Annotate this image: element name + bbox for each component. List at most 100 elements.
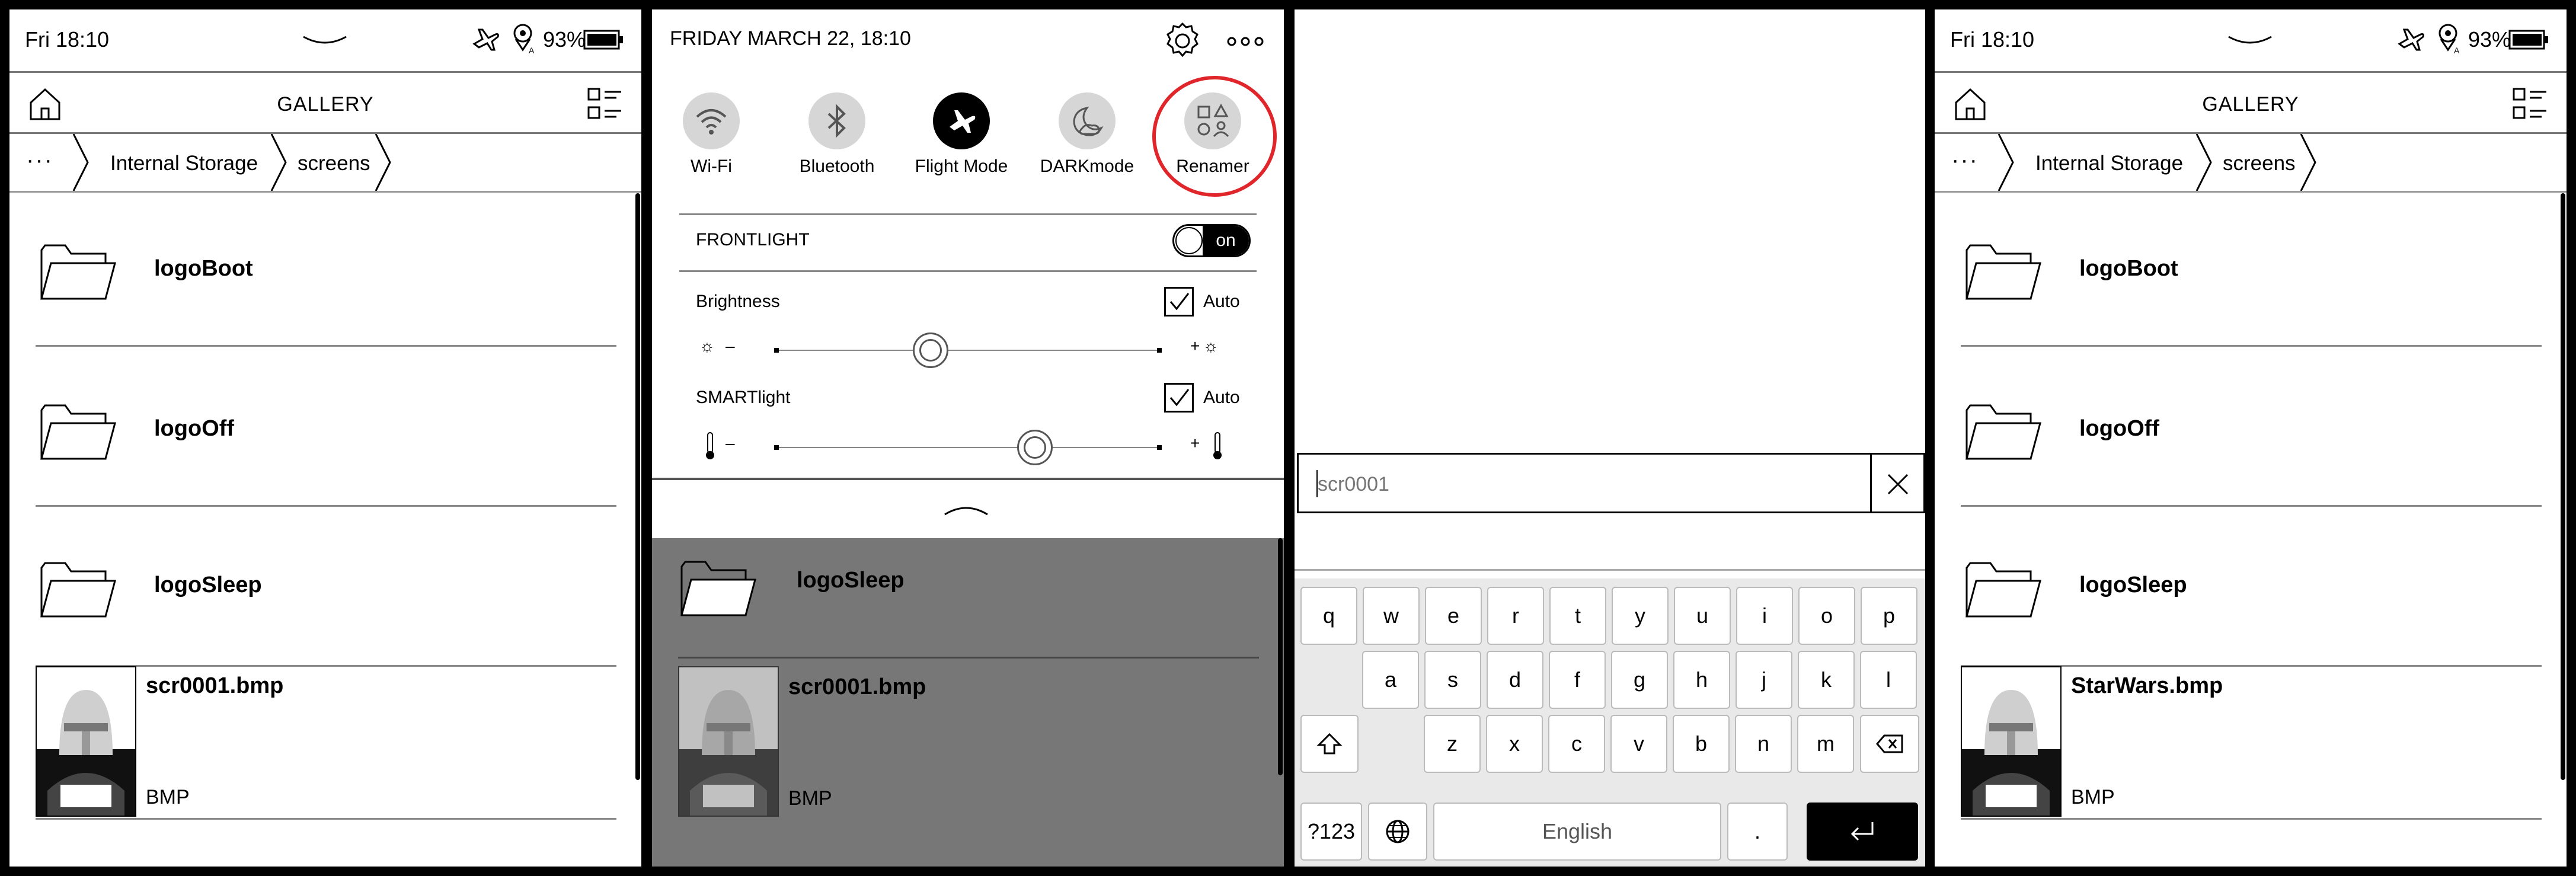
collapse-chevron-icon[interactable] [942, 500, 990, 518]
key-r[interactable]: r [1487, 587, 1544, 645]
breadcrumb-more[interactable]: ··· [1951, 147, 1979, 174]
toggle-dark-mode[interactable]: DARKmode [1028, 92, 1146, 177]
key-l[interactable]: l [1860, 651, 1917, 709]
slider-end [774, 348, 779, 353]
file-name[interactable]: StarWars.bmp [2071, 673, 2223, 699]
divider [678, 657, 1259, 658]
breadcrumb: ··· Internal Storage screens [1935, 134, 2567, 193]
breadcrumb: ··· Internal Storage screens [9, 134, 641, 193]
breadcrumb-screens[interactable]: screens [298, 152, 370, 175]
toggle-label: Bluetooth [799, 156, 875, 176]
frontlight-switch[interactable]: on [1172, 224, 1251, 257]
folder-icon [1961, 232, 2044, 303]
folder-name: logoSleep [2079, 573, 2187, 597]
more-options-icon[interactable] [1225, 30, 1266, 53]
breadcrumb-screens[interactable]: screens [2223, 152, 2296, 175]
list-item-folder[interactable]: logoBoot [36, 193, 616, 347]
scrollbar [1278, 538, 1283, 775]
pulldown-handle-icon[interactable] [2226, 32, 2274, 50]
language-key[interactable] [1368, 803, 1427, 861]
list-item-folder[interactable]: logoOff [36, 353, 616, 507]
folder-icon [1961, 550, 2044, 621]
key-o[interactable]: o [1798, 587, 1855, 645]
breadcrumb-internal-storage[interactable]: Internal Storage [110, 152, 258, 175]
smartlight-auto-checkbox[interactable] [1164, 383, 1194, 413]
key-x[interactable]: x [1486, 715, 1543, 773]
rename-input[interactable] [1316, 469, 1852, 500]
key-h[interactable]: h [1673, 651, 1730, 709]
key-b[interactable]: b [1673, 715, 1730, 773]
folder-name: logoSleep [797, 568, 905, 593]
pulldown-handle-icon[interactable] [301, 32, 349, 50]
clock: Fri 18:10 [25, 27, 110, 52]
key-y[interactable]: y [1612, 587, 1669, 645]
key-s[interactable]: s [1424, 651, 1481, 709]
divider [1961, 818, 2542, 820]
chevron-right-icon [375, 134, 392, 191]
list-item-folder[interactable]: logoSleep [1961, 513, 2542, 667]
key-w[interactable]: w [1363, 587, 1420, 645]
smartlight-slider-thumb[interactable] [1017, 430, 1053, 465]
key-f[interactable]: f [1549, 651, 1606, 709]
scrollbar[interactable] [2561, 193, 2565, 780]
minus-label: – [726, 434, 735, 452]
breadcrumb-internal-storage[interactable]: Internal Storage [2035, 152, 2183, 175]
clear-button[interactable] [1872, 453, 1925, 513]
folder-name: logoBoot [154, 256, 253, 281]
view-mode-icon[interactable] [2512, 87, 2548, 120]
smartlight-slider[interactable] [776, 447, 1162, 448]
brightness-slider-thumb[interactable] [913, 333, 948, 368]
folder-name: logoSleep [154, 573, 262, 597]
list-item-folder[interactable]: logoOff [1961, 353, 2542, 507]
key-e[interactable]: e [1425, 587, 1482, 645]
key-t[interactable]: t [1549, 587, 1606, 645]
key-u[interactable]: u [1674, 587, 1731, 645]
brightness-auto-checkbox[interactable] [1164, 287, 1194, 316]
scrollbar[interactable] [635, 193, 640, 780]
list-item-folder[interactable]: logoBoot [1961, 193, 2542, 347]
dim-bulb-icon: ☼ [699, 337, 715, 355]
key-i[interactable]: i [1736, 587, 1793, 645]
toggle-wifi[interactable]: Wi-Fi [652, 92, 771, 177]
page-title: GALLERY [2202, 93, 2299, 116]
numbers-key[interactable]: ?123 [1300, 803, 1362, 861]
file-thumbnail[interactable] [36, 666, 136, 817]
key-g[interactable]: g [1611, 651, 1668, 709]
key-z[interactable]: z [1424, 715, 1481, 773]
bright-bulb-icon: ☼ [1203, 337, 1219, 355]
highlight-circle [1152, 76, 1277, 197]
file-type: BMP [146, 786, 190, 808]
shift-icon [1316, 733, 1343, 754]
gallery-screen-after: Fri 18:10 A 93% GALLERY ··· Internal Sto… [1935, 9, 2567, 867]
key-d[interactable]: d [1487, 651, 1543, 709]
view-mode-icon[interactable] [587, 87, 622, 120]
minus-label: – [726, 337, 735, 355]
file-thumbnail[interactable] [1961, 666, 2062, 817]
key-m[interactable]: m [1797, 715, 1854, 773]
key-p[interactable]: p [1861, 587, 1917, 645]
key-n[interactable]: n [1735, 715, 1792, 773]
key-q[interactable]: q [1300, 587, 1357, 645]
key-a[interactable]: a [1362, 651, 1419, 709]
key-j[interactable]: j [1736, 651, 1792, 709]
settings-gear-icon[interactable] [1162, 20, 1203, 62]
list-item-folder[interactable]: logoSleep [36, 513, 616, 667]
switch-state: on [1203, 226, 1249, 255]
rename-input-box[interactable] [1297, 453, 1872, 513]
brightness-slider[interactable] [776, 350, 1162, 351]
breadcrumb-more[interactable]: ··· [26, 147, 53, 174]
backspace-key[interactable] [1860, 715, 1919, 773]
space-key[interactable]: English [1433, 803, 1721, 861]
key-v[interactable]: v [1610, 715, 1667, 773]
toggle-bluetooth[interactable]: Bluetooth [778, 92, 896, 177]
period-key[interactable]: . [1727, 803, 1788, 861]
toggle-flight-mode[interactable]: Flight Mode [902, 92, 1021, 177]
enter-key[interactable] [1807, 803, 1918, 861]
moon-icon [1073, 106, 1104, 136]
shift-key[interactable] [1300, 715, 1359, 773]
key-c[interactable]: c [1548, 715, 1605, 773]
file-name[interactable]: scr0001.bmp [146, 673, 283, 699]
enter-icon [1850, 822, 1874, 841]
key-k[interactable]: k [1798, 651, 1855, 709]
location-icon: A [2438, 24, 2460, 55]
